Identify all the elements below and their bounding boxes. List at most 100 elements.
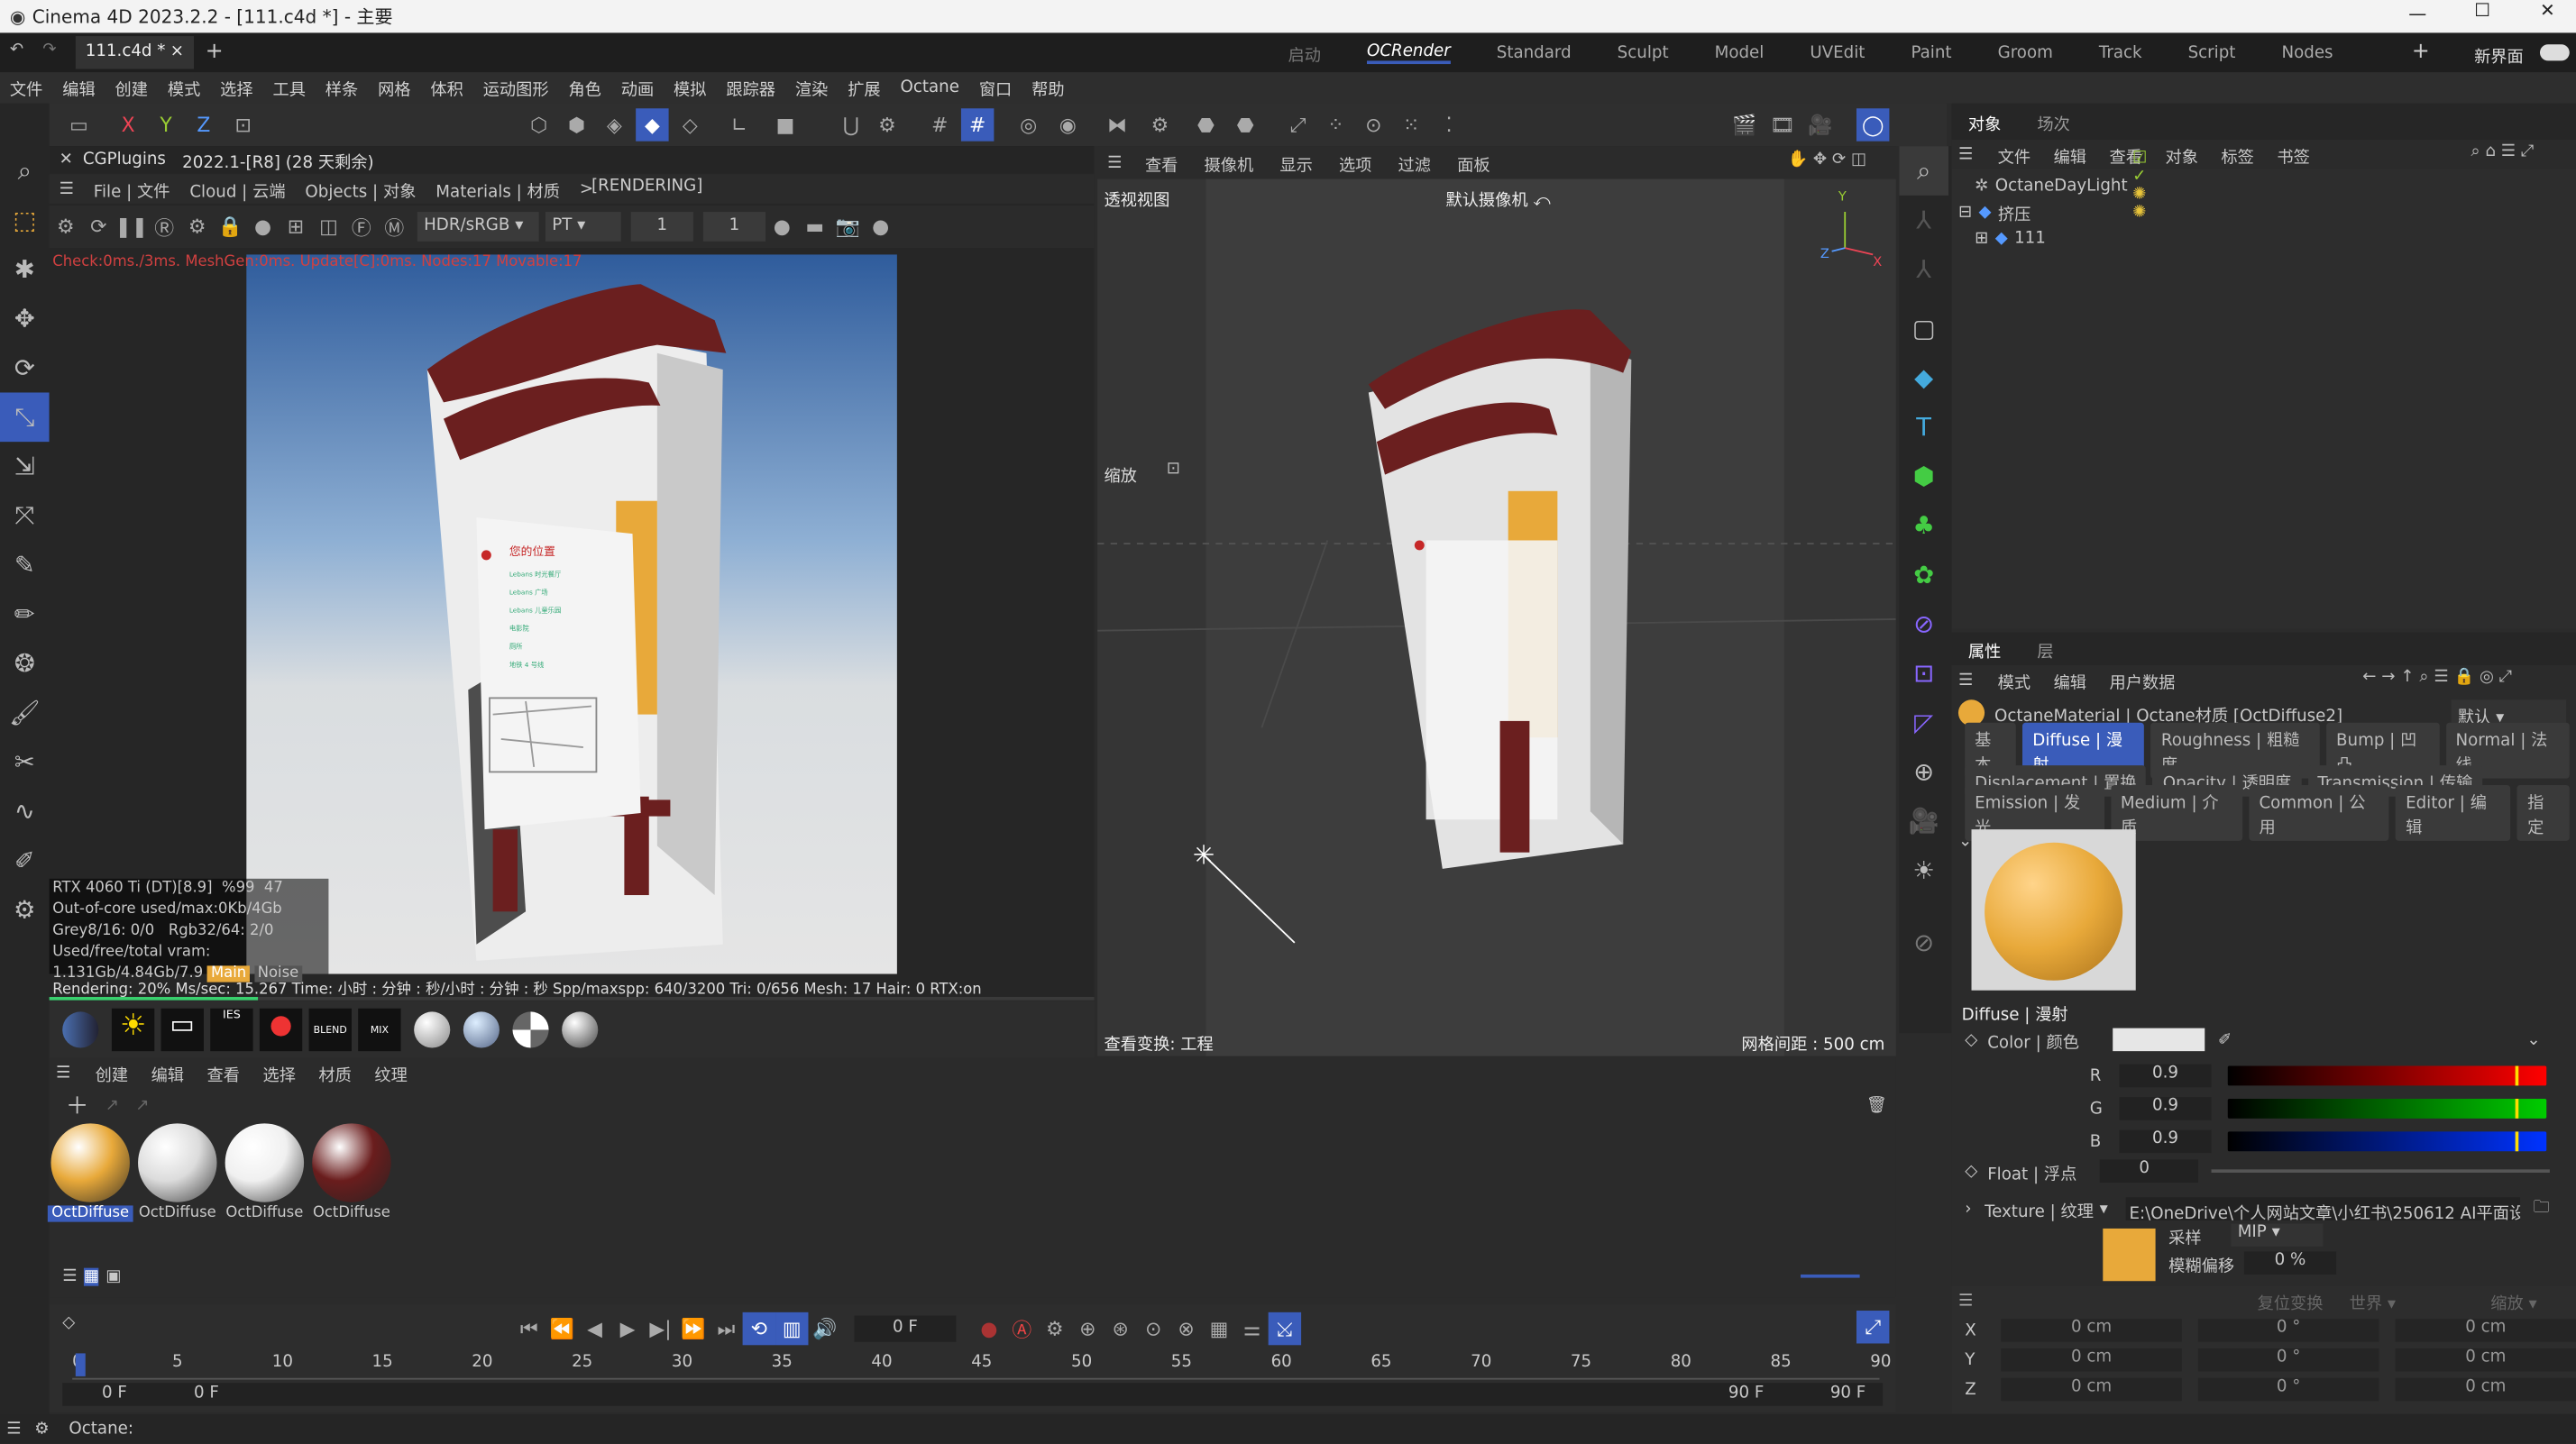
close-viewer-icon[interactable]: ✕ [60,151,73,169]
mix-material-icon[interactable]: MIX [358,1008,401,1052]
status-settings-icon[interactable]: ⚙ [34,1420,49,1438]
viewport-hamburger-icon[interactable]: ☰ [1107,153,1122,171]
material-thumbnail[interactable]: OctDiffuse [224,1123,306,1235]
metal-ball-icon[interactable] [562,1011,599,1048]
next-key-icon[interactable]: ⏩ [677,1312,710,1345]
kernel-select[interactable]: PT ▾ [545,212,621,242]
joint2-icon[interactable]: ⅄ [1899,244,1948,294]
search-tool-icon[interactable]: ⌕ [0,146,50,196]
coord-field[interactable]: 0 cm [2001,1377,2182,1402]
menu-item[interactable]: 渲染 [795,76,828,100]
link-icon[interactable]: ↗ [105,1096,119,1114]
attr-hamburger-icon[interactable]: ☰ [1958,671,1973,689]
param-key-icon[interactable]: ⊗ [1169,1312,1202,1345]
maximize-button[interactable]: ☐ [2474,0,2490,22]
field-icon[interactable]: ⊡ [1899,649,1948,699]
pla-key-icon[interactable]: ▦ [1203,1312,1235,1345]
eyedropper-icon[interactable]: ✐ [2218,1030,2232,1048]
edges-mode-icon[interactable]: ⬢ [560,108,592,141]
camera-icon[interactable]: 🎥 [1899,797,1948,846]
menu-item[interactable]: 编辑 [62,76,95,100]
close-doc-icon[interactable]: × [170,42,184,60]
mm-menu-item[interactable]: 选择 [262,1060,295,1084]
mm-hamburger-icon[interactable]: ☰ [56,1064,70,1082]
mm-menu-item[interactable]: 查看 [207,1060,240,1084]
coord-field[interactable]: 0 cm [2001,1348,2182,1372]
reset-transform[interactable]: 复位变换 [2258,1288,2324,1313]
menu-item[interactable]: 扩展 [848,76,880,100]
menu-item[interactable]: 网格 [378,76,410,100]
prev-key-icon[interactable]: ⏪ [545,1312,578,1345]
viewport-camera[interactable]: 默认摄像机 ⤺ [1445,186,1550,210]
menu-item[interactable]: 创建 [115,76,148,100]
attr-menu-item[interactable]: 用户数据 [2110,668,2176,692]
mm-menu-item[interactable]: 编辑 [151,1060,184,1084]
expand-texture-icon[interactable]: › [1965,1200,1971,1218]
generator-icon[interactable]: ⬢ [1899,452,1948,501]
redo-icon[interactable]: ↷ [42,41,56,59]
menu-item[interactable]: 帮助 [1031,76,1064,100]
undo-icon[interactable]: ↶ [10,41,23,59]
layout-tab[interactable]: Paint [1911,44,1951,62]
viewport-solo-icon[interactable]: ⌕ [1899,146,1949,196]
colorspace-select[interactable]: HDR/sRGB ▾ [417,212,539,242]
timeline-expand-icon[interactable]: ⤢ [1856,1311,1890,1344]
mm-menu-item[interactable]: 纹理 [374,1060,407,1084]
solo-icon[interactable]: ■ [769,108,802,141]
texture-dropdown-icon[interactable]: ▾ [2100,1200,2108,1218]
octane-live-icon[interactable]: ◯ [1856,108,1890,142]
viewport-nav-icons[interactable]: ✋ ✥ ⟳ ◫ [1787,151,1866,169]
film-icon[interactable]: ▬ [799,210,831,242]
scale-select[interactable]: 缩放 ▾ [2490,1288,2536,1313]
viewer-menu-item[interactable]: Cloud | 云端 [189,177,285,201]
layout-tab[interactable]: Standard [1497,44,1572,62]
viewer-menu-item[interactable]: File | 文件 [94,177,170,201]
timeline-ruler[interactable]: 051015202530354045505560657075808590 [72,1350,1891,1380]
target-icon[interactable]: ◉ [1051,108,1084,141]
coord-hamburger-icon[interactable]: ☰ [1958,1292,1973,1310]
camera-snap-icon[interactable]: 📷 [831,210,864,242]
spline-pen-icon[interactable]: ✎ [0,540,50,589]
connect-icon[interactable]: ⁚ [1433,108,1465,141]
zoom-frame-icon[interactable]: ⊡ [1167,460,1180,478]
menu-item[interactable]: Octane [901,78,959,96]
lock-icon[interactable]: 🔒 [214,210,246,242]
points-mode-icon[interactable]: ⬡ [522,108,555,141]
menu-item[interactable]: 角色 [568,76,600,100]
range-bar[interactable]: 0 F 0 F 90 F 90 F [62,1383,1884,1406]
layout-tab[interactable]: Groom [1998,44,2053,62]
area-light-icon[interactable]: ▭ [160,1008,204,1052]
om-search-icons[interactable]: ⌕ ⌂ ☰ ⤢ [2471,143,2534,161]
sound-icon[interactable]: 🔊 [808,1312,840,1345]
render-active-icon[interactable]: ⬣ [1229,108,1261,141]
b-value[interactable]: 0.9 [2119,1129,2212,1154]
region-render-icon[interactable]: Ⓡ [148,210,180,242]
z-axis-lock[interactable]: Z [188,108,220,141]
material-thumbnail[interactable]: OctDiffuse [48,1123,133,1235]
expand-icon[interactable]: ⊟ [1958,203,1972,221]
layout-tab[interactable]: Script [2188,44,2236,62]
sketch-icon[interactable]: ✏ [0,589,50,639]
send-scene-icon[interactable]: ⚙ [50,210,82,242]
goto-end-icon[interactable]: ⏭ [710,1312,742,1345]
menu-item[interactable]: 跟踪器 [726,76,775,100]
paint-icon[interactable]: ✐ [0,836,50,885]
g-slider[interactable] [2227,1098,2547,1119]
viewport-menu-item[interactable]: 显示 [1279,151,1312,175]
coord-field[interactable]: 0 cm [2395,1348,2576,1372]
specular-ball-icon[interactable] [463,1011,500,1048]
snap-icon[interactable]: ⋃ [835,108,867,141]
collapse-arrow-icon[interactable]: ⌄ [1958,833,1972,851]
layout-tab[interactable]: UVEdit [1810,44,1865,62]
prev-frame-icon[interactable]: ◀ [578,1312,610,1345]
menu-item[interactable]: 运动图形 [483,76,549,100]
viewport-menu-item[interactable]: 查看 [1145,151,1178,175]
om-menu-item[interactable]: 标签 [2221,142,2253,167]
coord-field[interactable]: 0 cm [2001,1319,2182,1342]
keyframe-diamond-icon[interactable]: ◇ [1965,1030,1977,1048]
brush-icon[interactable]: 🖌 [0,688,50,737]
add-layout-icon[interactable]: + [2412,40,2430,64]
current-frame-field[interactable]: 0 F [854,1315,957,1342]
new-layout-label[interactable]: 新界面 [2474,42,2524,68]
light-bulb-icon[interactable]: ☀ [1899,845,1948,895]
